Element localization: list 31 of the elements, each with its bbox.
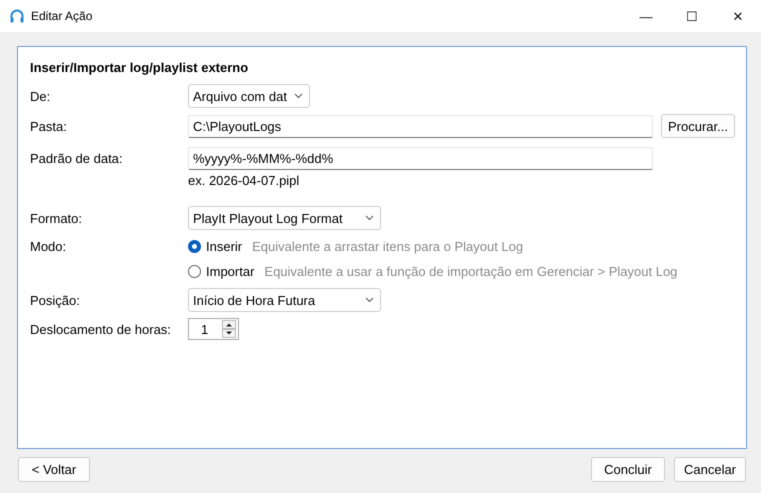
close-button[interactable]: ✕ — [715, 0, 761, 32]
folder-field[interactable]: C:\PlayoutLogs — [188, 114, 653, 138]
section-heading: Inserir/Importar log/playlist externo — [30, 58, 250, 77]
field-label: Pasta: — [30, 118, 68, 134]
radio-option[interactable]: Inserir — [188, 239, 242, 254]
minimize-button[interactable]: — — [623, 0, 669, 32]
radio-option[interactable]: Importar — [188, 264, 254, 279]
back-button[interactable]: < Voltar — [18, 457, 90, 482]
example-text: ex. 2026-04-07.pipl — [188, 172, 300, 188]
dropdown[interactable]: PlayIt Playout Log Format — [188, 206, 381, 230]
dropdown[interactable]: Início de Hora Futura — [188, 288, 381, 312]
field-label: Padrão de data: — [30, 150, 124, 166]
maximize-button[interactable]: ☐ — [669, 0, 715, 32]
chevron-down-icon — [365, 215, 374, 221]
chevron-down-icon — [365, 297, 374, 303]
window-title: Editar Ação — [31, 9, 94, 23]
field-label: Deslocamento de horas: — [30, 322, 172, 336]
browse-button[interactable]: Procurar... — [661, 114, 735, 138]
up-down-arrows-icon — [222, 320, 236, 338]
field-label: Posição: — [30, 292, 81, 308]
hint-text: Equivalente a usar a função de importação em Gerenciar > Playout Log — [264, 264, 678, 279]
field-label: Formato: — [30, 210, 84, 226]
finish-button[interactable]: Concluir — [591, 457, 665, 482]
cancel-button[interactable]: Cancelar — [674, 457, 746, 482]
chevron-down-icon — [294, 93, 303, 99]
field-label: Modo: — [30, 239, 68, 254]
dropdown[interactable]: Arquivo com dat — [188, 84, 310, 108]
hint-text: Equivalente a arrastar itens para o Playout Log — [252, 239, 524, 254]
date-pattern-field[interactable]: %yyyy%-%MM%-%dd% — [188, 146, 653, 170]
field-label: De: — [30, 88, 52, 104]
headphones-icon — [9, 8, 25, 24]
